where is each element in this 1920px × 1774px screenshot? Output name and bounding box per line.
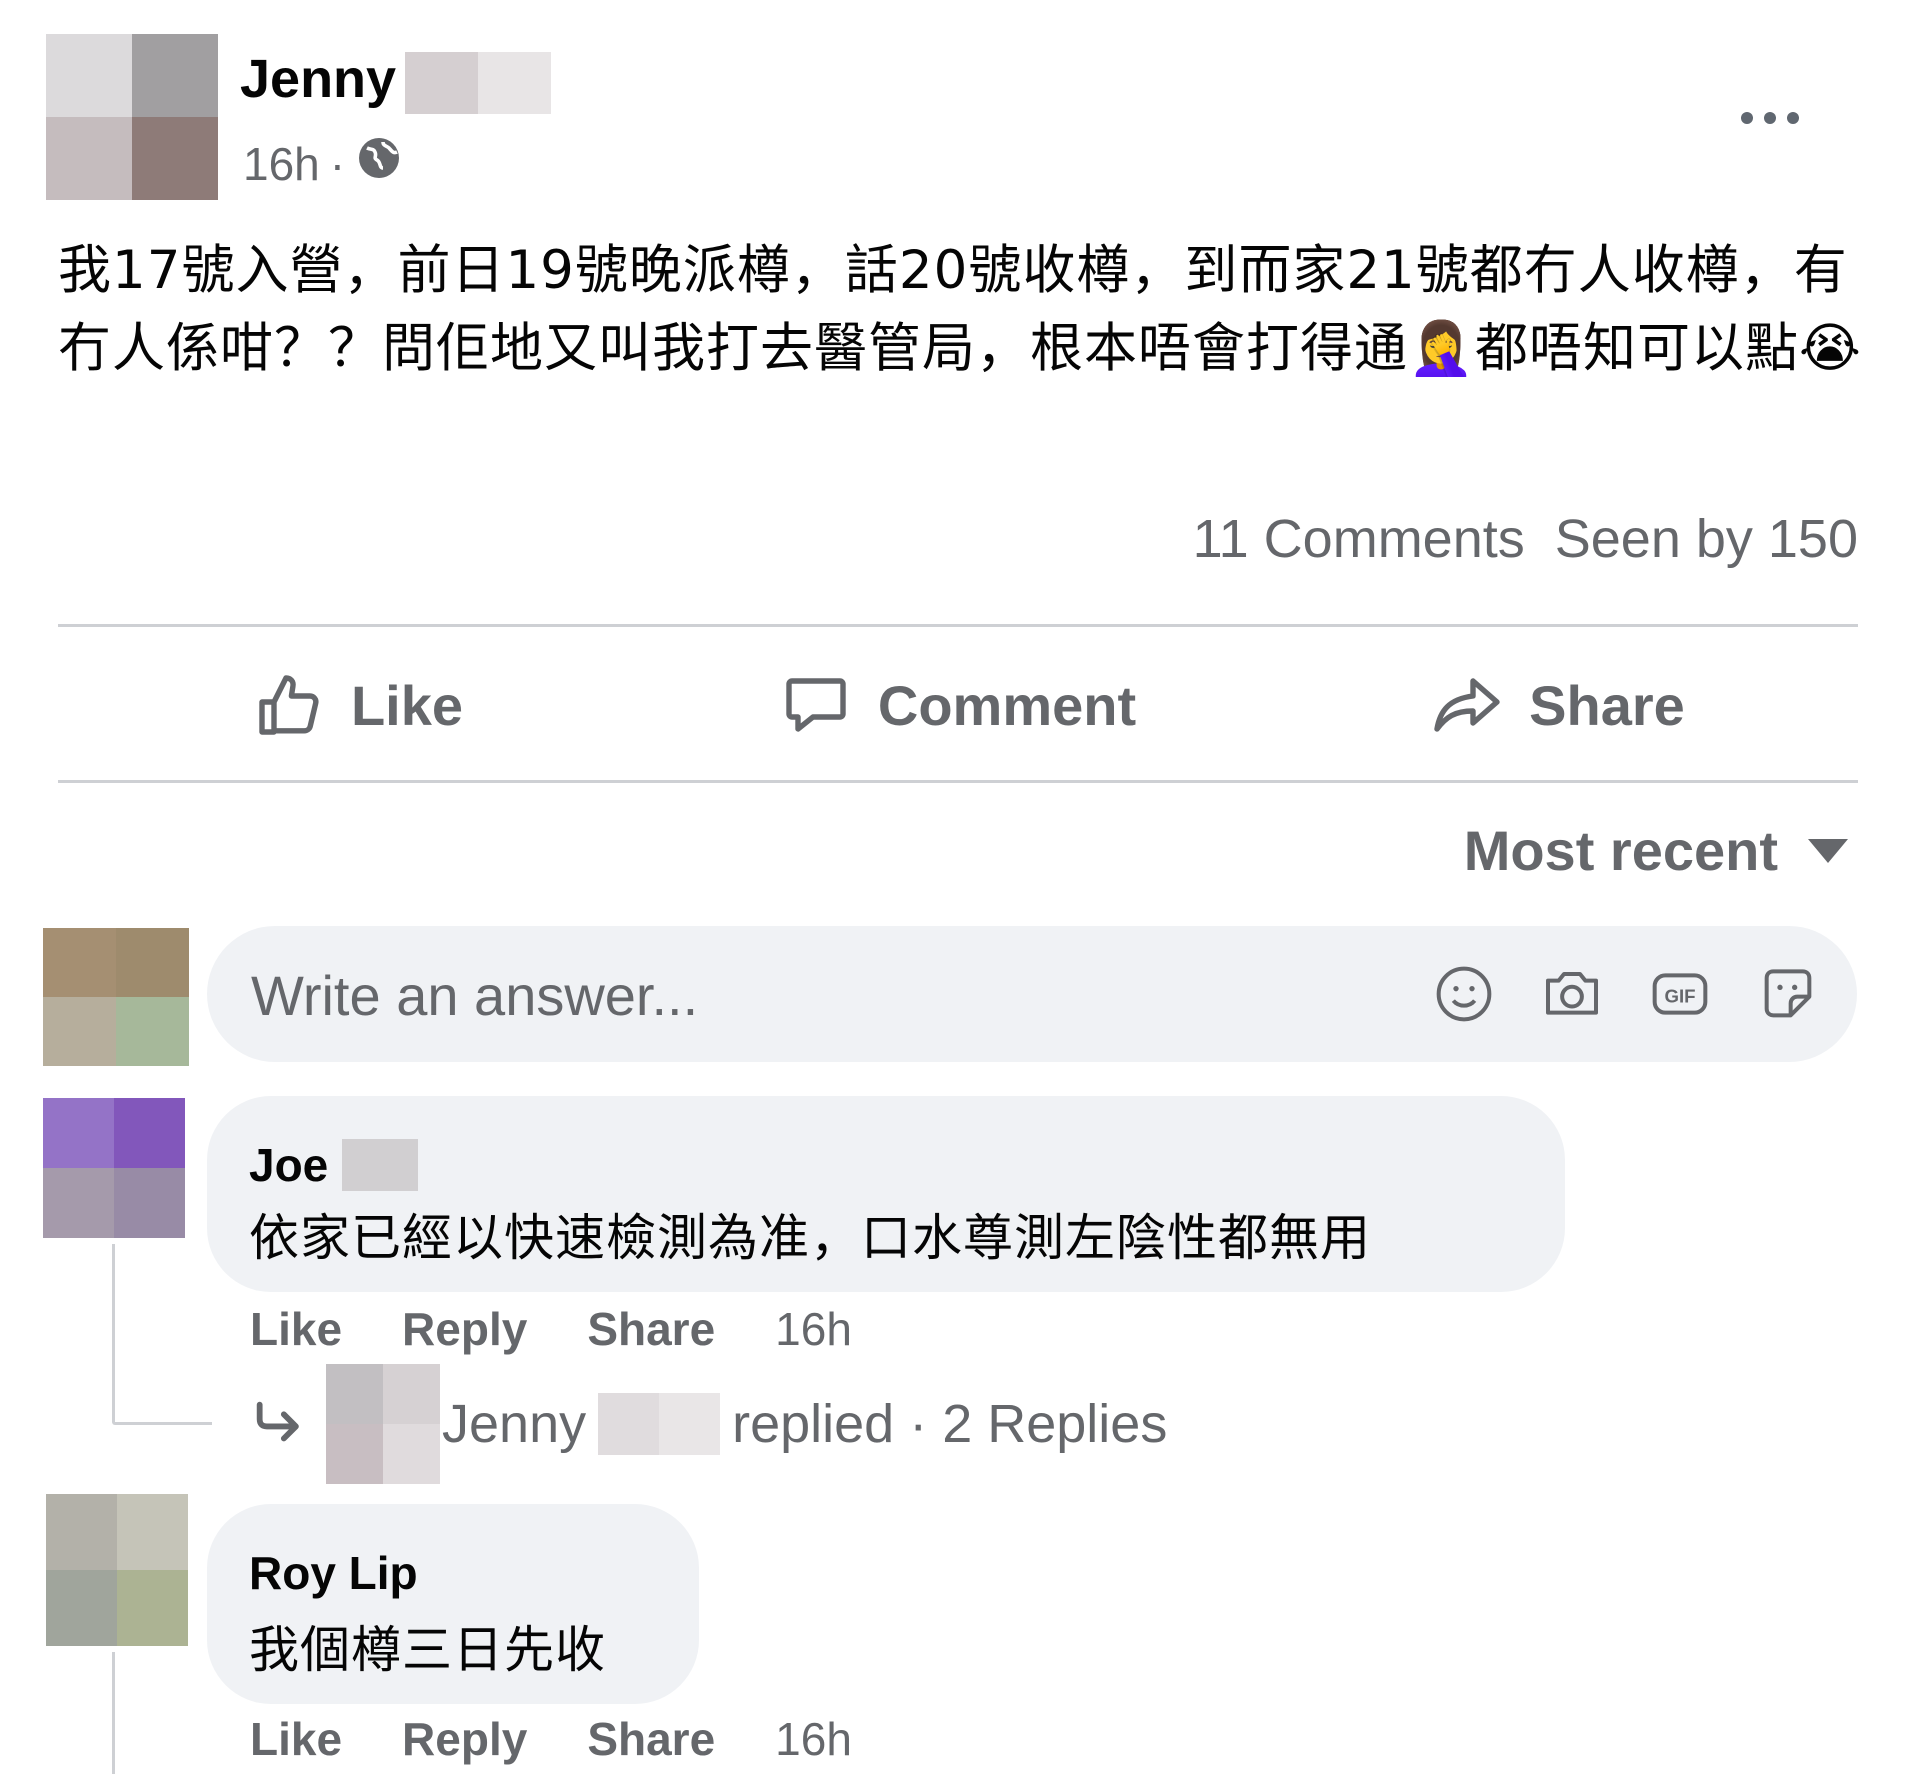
comment-author-row: Joe — [249, 1138, 419, 1192]
svg-text:GIF: GIF — [1664, 986, 1695, 1007]
comment-reply-link[interactable]: Reply — [402, 1302, 527, 1356]
emoji-icon[interactable] — [1429, 954, 1499, 1034]
more-dot-icon — [1787, 112, 1799, 124]
share-arrow-icon — [1434, 678, 1500, 732]
globe-icon — [355, 134, 403, 193]
speech-bubble-icon — [786, 678, 846, 732]
like-button[interactable]: Like — [58, 640, 658, 770]
author-avatar[interactable] — [46, 34, 218, 200]
replies-count-text: replied · 2 Replies — [732, 1394, 1168, 1454]
comment-text: 依家已經以快速檢測為准，口水尊測左陰性都無用 — [249, 1209, 1371, 1267]
share-label: Share — [1529, 673, 1685, 737]
thread-line-branch — [112, 1422, 212, 1425]
comment-bubble: Joe 依家已經以快速檢測為准，口水尊測左陰性都無用 — [207, 1096, 1565, 1292]
gif-icon[interactable]: GIF — [1645, 954, 1715, 1034]
comment-like-link[interactable]: Like — [250, 1712, 342, 1766]
commenter-avatar[interactable] — [43, 1098, 185, 1238]
divider-bottom — [58, 780, 1858, 783]
more-dot-icon — [1764, 112, 1776, 124]
sort-dropdown[interactable]: Most recent — [1464, 818, 1848, 883]
more-options-button[interactable] — [1720, 88, 1820, 148]
comment-time[interactable]: 16h — [775, 1302, 852, 1356]
post-stats: 11 Comments Seen by 150 — [1193, 508, 1858, 570]
comment-label: Comment — [877, 673, 1137, 737]
commenter-avatar[interactable] — [46, 1494, 188, 1646]
thread-line — [112, 1244, 115, 1422]
author-name[interactable]: Jenny — [240, 48, 396, 110]
comment-author-name[interactable]: Roy Lip — [249, 1546, 418, 1600]
more-dot-icon — [1741, 112, 1753, 124]
comment-text: 我個樽三日先收 — [249, 1621, 606, 1679]
reply-author-name: Jenny — [442, 1394, 587, 1454]
comment-author-name[interactable]: Joe — [249, 1138, 328, 1192]
reply-arrow-icon — [256, 1401, 299, 1442]
comment-reply-link[interactable]: Reply — [402, 1712, 527, 1766]
comment-actions: Like Reply Share 16h — [250, 1302, 852, 1356]
post-body: 我17號入營，前日19號晚派樽，話20號收樽，到而家21號都冇人收樽，有冇人係咁… — [58, 240, 1862, 379]
thread-line — [112, 1652, 115, 1774]
comment-composer: GIF — [207, 926, 1857, 1064]
meta-separator: · — [329, 137, 346, 190]
post-meta: 16h · — [243, 134, 403, 193]
reply-author-surname-blur — [598, 1393, 721, 1455]
like-label: Like — [350, 673, 464, 737]
reply-author-avatar — [326, 1364, 440, 1484]
comment-share-link[interactable]: Share — [587, 1712, 715, 1766]
divider-top — [58, 624, 1858, 627]
comment-like-link[interactable]: Like — [250, 1302, 342, 1356]
post-time[interactable]: 16h — [243, 137, 320, 191]
seen-by-count[interactable]: Seen by 150 — [1555, 508, 1858, 570]
comment-bubble: Roy Lip 我個樽三日先收 — [207, 1504, 699, 1704]
replies-link[interactable]: Jenny replied · 2 Replies — [250, 1364, 1167, 1484]
comment-button[interactable]: Comment — [658, 640, 1258, 770]
post-action-bar: Like Comment Share — [58, 640, 1858, 770]
sort-label: Most recent — [1463, 819, 1778, 882]
camera-icon[interactable] — [1537, 954, 1607, 1034]
thumbs-up-icon — [259, 675, 319, 735]
sticker-icon[interactable] — [1753, 954, 1823, 1034]
author-surname-blur — [405, 52, 551, 114]
current-user-avatar — [43, 928, 189, 1066]
share-button[interactable]: Share — [1258, 640, 1858, 770]
comment-time[interactable]: 16h — [775, 1712, 852, 1766]
comment-actions: Like Reply Share 16h — [250, 1712, 852, 1766]
comment-share-link[interactable]: Share — [587, 1302, 715, 1356]
caret-down-icon — [1808, 838, 1848, 863]
comment-input[interactable] — [249, 926, 1403, 1064]
author-surname-blur — [342, 1139, 419, 1191]
comments-count-link[interactable]: 11 Comments — [1193, 508, 1525, 570]
